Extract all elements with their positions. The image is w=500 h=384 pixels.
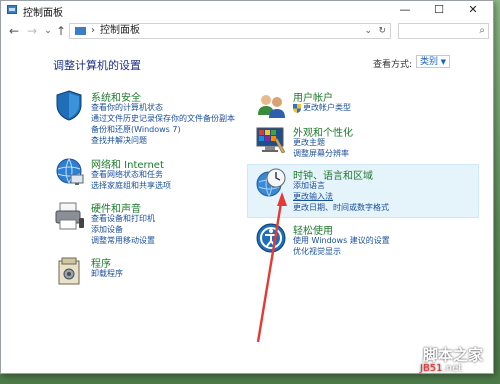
watermark-title: 脚本之家 [423, 346, 484, 364]
watermark-url-part2: .net [442, 363, 463, 374]
watermark-url-part1: JB51 [420, 363, 443, 374]
annotation-arrow-icon [256, 192, 287, 343]
watermark-url: JB51.net [420, 363, 462, 374]
